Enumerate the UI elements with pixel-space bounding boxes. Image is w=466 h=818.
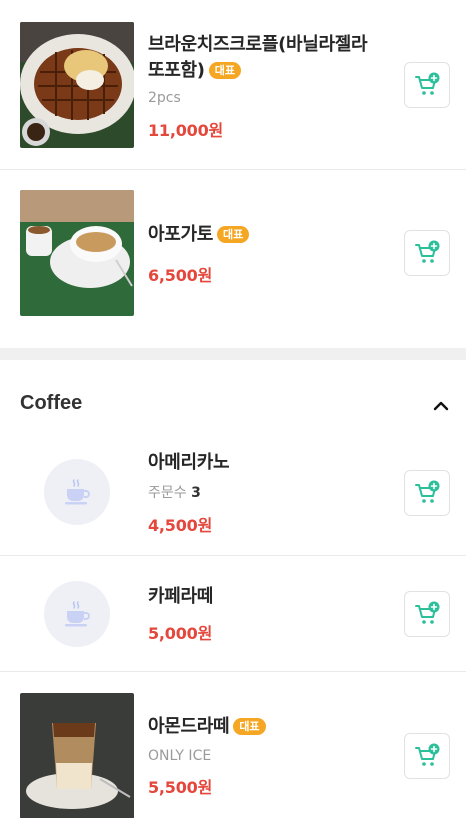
cart-plus-icon (415, 72, 440, 95)
coffee-cup-placeholder (44, 459, 110, 525)
menu-item-name: 아포가토 대표 (148, 222, 250, 248)
coffee-cup-icon (65, 479, 90, 505)
coffee-cup-icon (65, 601, 90, 627)
menu-item[interactable]: 카페라떼 5,000원 (0, 556, 466, 672)
menu-item[interactable]: 아포가토 대표 6,500원 (0, 170, 466, 348)
menu-item-name: 아메리카노 (148, 452, 230, 473)
menu-item-option: 2pcs (148, 90, 181, 106)
signature-badge: 대표 (217, 226, 250, 243)
affogato-photo-icon (20, 190, 134, 316)
add-to-cart-button[interactable] (404, 470, 450, 516)
add-to-cart-button[interactable] (404, 230, 450, 276)
menu-item[interactable]: 아몬드라떼 대표 ONLY ICE 5,500원 (0, 672, 466, 818)
menu-item-price: 5,500원 (148, 778, 213, 797)
menu-item-option: ONLY ICE (148, 748, 212, 764)
menu-item[interactable]: 브라운치즈크로플(바닐라젤라 또포함) 대표 2pcs 11,000원 (0, 0, 466, 170)
cart-plus-icon (415, 743, 440, 766)
menu-item[interactable]: 아메리카노 주문수 3 4,500원 (0, 438, 466, 556)
cart-plus-icon (415, 240, 440, 263)
collapse-section-button[interactable] (428, 394, 454, 418)
signature-badge: 대표 (208, 62, 241, 79)
menu-item-image (20, 190, 134, 316)
menu-item-name: 카페라떼 (148, 586, 214, 607)
menu-item-image (20, 22, 134, 148)
category-title: Coffee (20, 392, 83, 414)
menu-item-image (20, 693, 134, 818)
add-to-cart-button[interactable] (404, 591, 450, 637)
cart-plus-icon (415, 601, 440, 624)
iced-latte-photo-icon (20, 693, 134, 818)
menu-item-price: 5,000원 (148, 624, 213, 643)
coffee-cup-placeholder (44, 581, 110, 647)
chevron-up-icon (433, 401, 449, 411)
menu-item-price: 11,000원 (148, 121, 224, 140)
add-to-cart-button[interactable] (404, 733, 450, 779)
menu-item-name: 아몬드라떼 대표 (148, 714, 266, 740)
waffle-photo-icon (20, 22, 134, 148)
order-count: 주문수 3 (148, 485, 201, 501)
menu-item-price: 4,500원 (148, 516, 213, 535)
menu-item-price: 6,500원 (148, 266, 213, 285)
menu-item-name: 브라운치즈크로플(바닐라젤라 또포함) 대표 (148, 34, 368, 81)
section-separator (0, 348, 466, 360)
add-to-cart-button[interactable] (404, 62, 450, 108)
cart-plus-icon (415, 480, 440, 503)
signature-badge: 대표 (233, 718, 266, 735)
